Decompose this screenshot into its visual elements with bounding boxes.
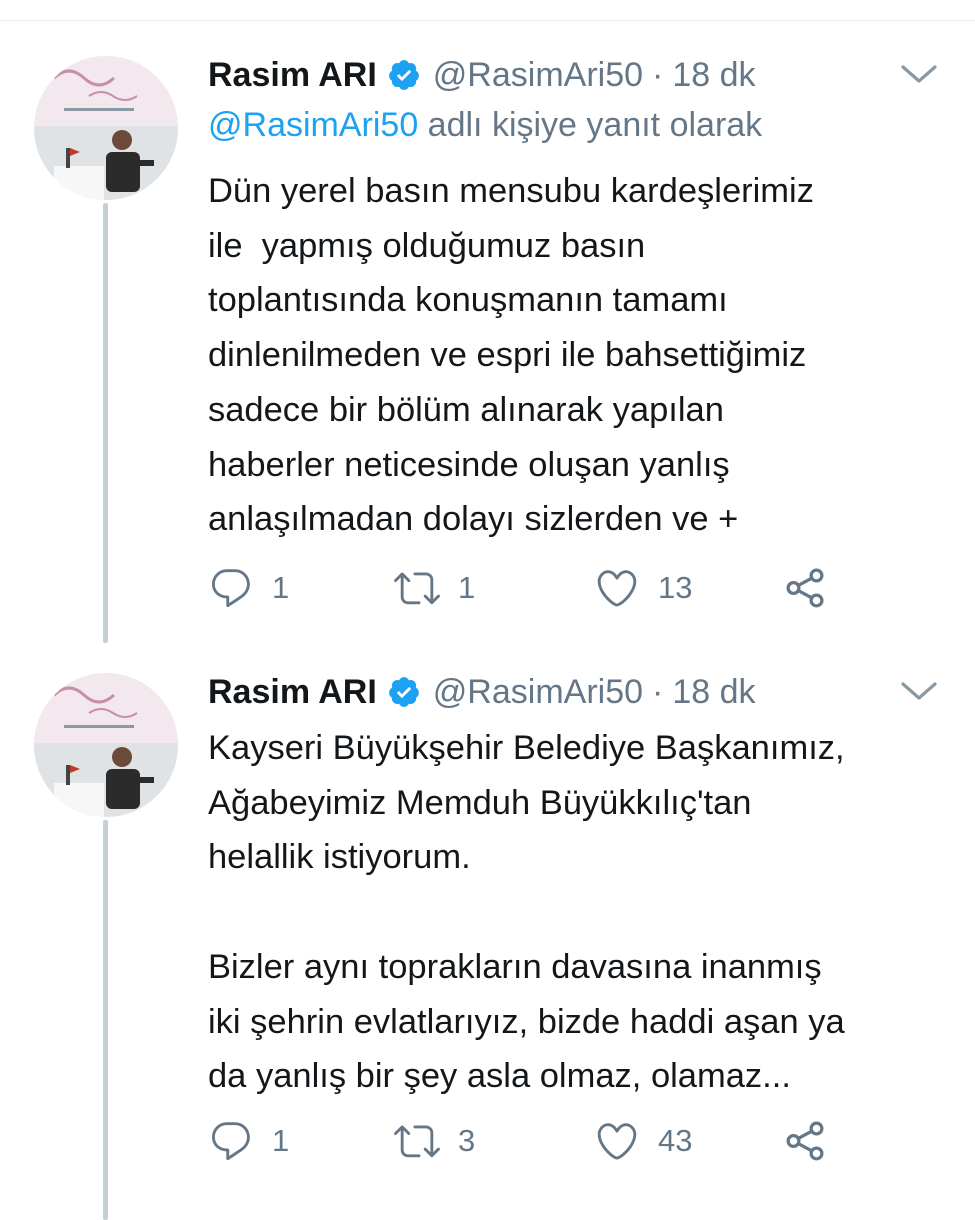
retweet-count: 3 <box>458 1123 476 1158</box>
share-button[interactable] <box>782 1116 828 1166</box>
like-button[interactable]: 43 <box>594 1116 692 1166</box>
like-button[interactable]: 13 <box>594 563 692 613</box>
retweet-button[interactable]: 3 <box>394 1116 475 1166</box>
avatar[interactable] <box>34 673 178 817</box>
thread-connector-line <box>103 820 108 1220</box>
tweet[interactable]: Rasim ARI @RasimAri50 · 18 dk Kayseri Bü… <box>0 645 975 1220</box>
top-divider <box>0 20 975 21</box>
share-icon <box>786 1121 824 1161</box>
share-button[interactable] <box>782 563 828 613</box>
heart-icon <box>597 570 637 607</box>
reply-suffix: adlı kişiye yanıt olarak <box>418 106 763 144</box>
heart-icon <box>597 1123 637 1160</box>
author-handle[interactable]: @RasimAri50 <box>433 56 643 95</box>
timestamp[interactable]: 18 dk <box>672 56 755 95</box>
timestamp[interactable]: 18 dk <box>672 673 755 712</box>
tweet[interactable]: Rasim ARI @RasimAri50 · 18 dk @RasimAri5… <box>0 28 975 643</box>
avatar-photo <box>34 673 178 817</box>
replying-to-line: @RasimAri50 adlı kişiye yanıt olarak <box>208 106 762 145</box>
retweet-icon <box>394 1125 440 1158</box>
tweet-header: Rasim ARI @RasimAri50 · 18 dk <box>208 667 756 717</box>
chevron-down-icon[interactable] <box>898 60 940 88</box>
reply-button[interactable]: 1 <box>208 1116 289 1166</box>
tweet-text: Dün yerel basın mensubu kardeşlerimiz il… <box>208 172 814 539</box>
avatar-photo <box>34 56 178 200</box>
tweet-header: Rasim ARI @RasimAri50 · 18 dk <box>208 50 756 100</box>
share-icon <box>786 568 824 608</box>
like-count: 43 <box>658 1123 693 1158</box>
reply-count: 1 <box>272 570 290 605</box>
tweet-text: Kayseri Büyükşehir Belediye Başkanımız, … <box>208 729 845 1096</box>
author-name[interactable]: Rasim ARI <box>208 673 377 712</box>
verified-badge-icon <box>388 677 419 707</box>
reply-icon <box>212 1122 250 1161</box>
thread-connector-line <box>103 203 108 643</box>
retweet-icon <box>394 572 440 605</box>
separator-dot: · <box>652 672 664 711</box>
retweet-button[interactable]: 1 <box>394 563 475 613</box>
author-handle[interactable]: @RasimAri50 <box>433 673 643 712</box>
author-name[interactable]: Rasim ARI <box>208 56 377 95</box>
verified-badge-icon <box>388 60 419 90</box>
separator-dot: · <box>652 55 664 94</box>
tweet-actions: 1 1 13 <box>208 563 948 613</box>
retweet-count: 1 <box>458 570 476 605</box>
reply-count: 1 <box>272 1123 290 1158</box>
tweet-actions: 1 3 43 <box>208 1116 948 1166</box>
chevron-down-icon[interactable] <box>898 677 940 705</box>
avatar[interactable] <box>34 56 178 200</box>
like-count: 13 <box>658 570 693 605</box>
reply-mention-link[interactable]: @RasimAri50 <box>208 106 418 144</box>
reply-button[interactable]: 1 <box>208 563 289 613</box>
reply-icon <box>212 569 250 608</box>
